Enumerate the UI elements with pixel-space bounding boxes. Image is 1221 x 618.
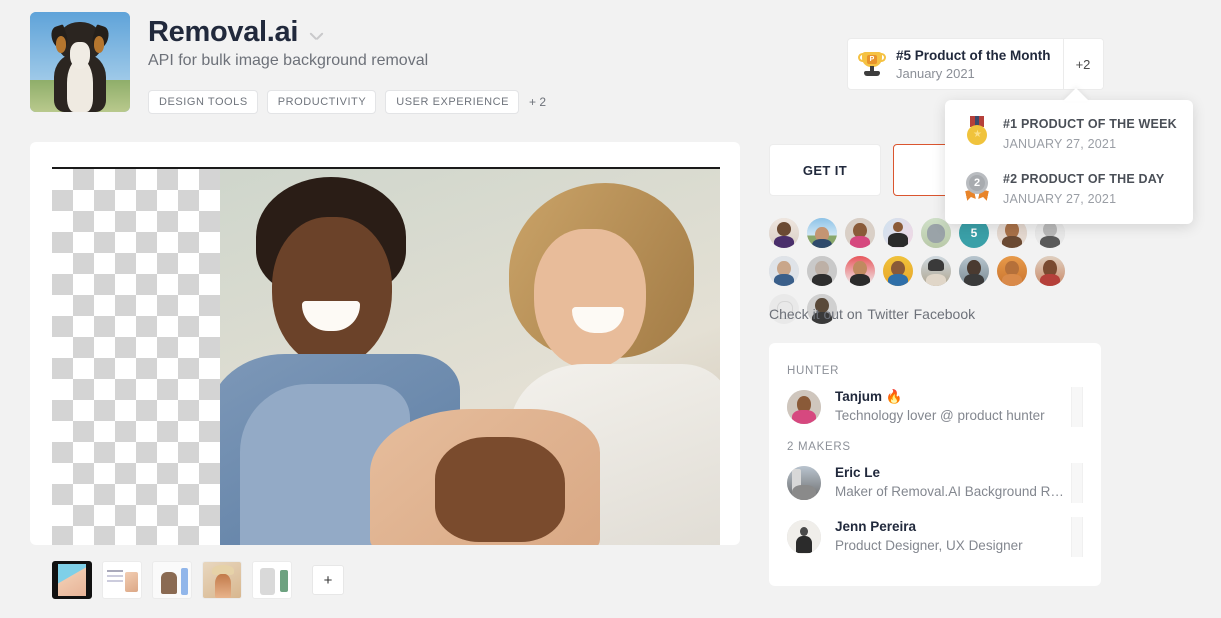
avatar[interactable] (845, 218, 875, 248)
dog-marking-left (55, 36, 67, 53)
award-badge-more-button[interactable]: +2 (1062, 39, 1103, 89)
tooltip-arrow (1063, 88, 1089, 101)
dog-illustration (48, 22, 112, 112)
award-badge-text: #5 Product of the Month January 2021 (896, 47, 1051, 82)
follow-button[interactable] (1071, 517, 1083, 557)
maker-row[interactable]: Eric Le Maker of Removal.AI Background R… (787, 463, 1083, 503)
award-badge-title: #5 Product of the Month (896, 47, 1051, 63)
dog-snout (69, 41, 91, 69)
avatar[interactable] (787, 466, 821, 500)
award-tooltip-title: #2 PRODUCT OF THE DAY (1003, 172, 1165, 186)
share-twitter-link[interactable]: Twitter (867, 306, 908, 322)
thumbnail-4[interactable] (202, 561, 242, 599)
avatar[interactable] (845, 256, 875, 286)
avatar[interactable] (807, 218, 837, 248)
maker-bio: Maker of Removal.AI Background Re... (835, 484, 1065, 499)
hunter-section-label: HUNTER (787, 365, 840, 377)
tag-user-experience[interactable]: USER EXPERIENCE (385, 90, 519, 114)
get-it-button[interactable]: GET IT (769, 144, 881, 196)
makers-section-label: 2 MAKERS (787, 441, 851, 453)
award-tooltip-date: JANUARY 27, 2021 (1003, 192, 1117, 206)
award-badge-main[interactable]: P #5 Product of the Month January 2021 (848, 39, 1063, 89)
award-tooltip-item-text: #2 PRODUCT OF THE DAY JANUARY 27, 2021 (1003, 171, 1164, 208)
main-media-preview[interactable] (52, 167, 720, 545)
tag-more-count[interactable]: + 2 (529, 95, 546, 109)
thumbnail-2[interactable] (102, 561, 142, 599)
award-tooltip: ★ #1 PRODUCT OF THE WEEK JANUARY 27, 202… (945, 100, 1193, 224)
maker-name: Jenn Pereira (835, 519, 917, 534)
product-tagline: API for bulk image background removal (148, 52, 429, 69)
award-tooltip-item-text: #1 PRODUCT OF THE WEEK JANUARY 27, 2021 (1003, 116, 1177, 153)
award-badge[interactable]: P #5 Product of the Month January 2021 +… (847, 38, 1104, 90)
gold-medal-icon: ★ (963, 116, 991, 146)
product-page: Removal.ai API for bulk image background… (0, 0, 1221, 618)
share-row: Check it out on Twitter Facebook (769, 306, 975, 322)
award-tooltip-date: JANUARY 27, 2021 (1003, 137, 1117, 151)
avatar[interactable] (997, 256, 1027, 286)
hunter-row[interactable]: Tanjum 🔥 Technology lover @ product hunt… (787, 387, 1083, 427)
thumbnail-3[interactable] (152, 561, 192, 599)
avatar[interactable] (1035, 256, 1065, 286)
avatar[interactable] (769, 218, 799, 248)
follow-button[interactable] (1071, 387, 1083, 427)
maker-row[interactable]: Jenn Pereira Product Designer, UX Design… (787, 517, 1083, 557)
avatar[interactable] (959, 256, 989, 286)
tag-design-tools[interactable]: DESIGN TOOLS (148, 90, 258, 114)
maker-text: Eric Le Maker of Removal.AI Background R… (835, 464, 1065, 502)
avatar[interactable] (769, 256, 799, 286)
page-title: Removal.ai (148, 16, 299, 48)
hunter-text: Tanjum 🔥 Technology lover @ product hunt… (835, 388, 1065, 426)
product-logo (30, 12, 130, 112)
avatar[interactable] (921, 256, 951, 286)
add-thumbnail-button[interactable]: + (312, 565, 344, 595)
trophy-icon: P (858, 50, 886, 78)
dog-marking-right (93, 36, 105, 53)
maker-name: Eric Le (835, 465, 881, 480)
avatar[interactable] (883, 256, 913, 286)
award-badge-subtitle: January 2021 (896, 65, 975, 81)
chevron-down-icon[interactable] (310, 32, 323, 40)
title-row: Removal.ai (148, 16, 323, 49)
thumbnail-1[interactable] (52, 561, 92, 599)
thumbnail-5[interactable] (252, 561, 292, 599)
avatar[interactable] (787, 390, 821, 424)
avatar[interactable] (787, 520, 821, 554)
maker-bio: Product Designer, UX Designer (835, 538, 1023, 553)
thumbnail-strip: + (52, 561, 344, 599)
maker-text: Jenn Pereira Product Designer, UX Design… (835, 518, 1065, 556)
people-card: HUNTER Tanjum 🔥 Technology lover @ produ… (769, 343, 1101, 586)
hunter-bio: Technology lover @ product hunter (835, 408, 1045, 423)
award-tooltip-item[interactable]: 2 #2 PRODUCT OF THE DAY JANUARY 27, 2021 (963, 171, 1179, 208)
award-tooltip-title: #1 PRODUCT OF THE WEEK (1003, 117, 1177, 131)
award-tooltip-item[interactable]: ★ #1 PRODUCT OF THE WEEK JANUARY 27, 202… (963, 116, 1179, 153)
share-prefix: Check it out on (769, 306, 863, 322)
silver-medal-icon: 2 (963, 171, 991, 201)
avatar[interactable] (807, 256, 837, 286)
product-header: Removal.ai API for bulk image background… (0, 0, 1221, 224)
follow-button[interactable] (1071, 463, 1083, 503)
avatar[interactable] (883, 218, 913, 248)
hunter-name: Tanjum 🔥 (835, 389, 903, 404)
tag-list: DESIGN TOOLS PRODUCTIVITY USER EXPERIENC… (148, 90, 546, 114)
share-facebook-link[interactable]: Facebook (914, 306, 975, 322)
tag-productivity[interactable]: PRODUCTIVITY (266, 90, 377, 114)
preview-photo (220, 169, 720, 545)
